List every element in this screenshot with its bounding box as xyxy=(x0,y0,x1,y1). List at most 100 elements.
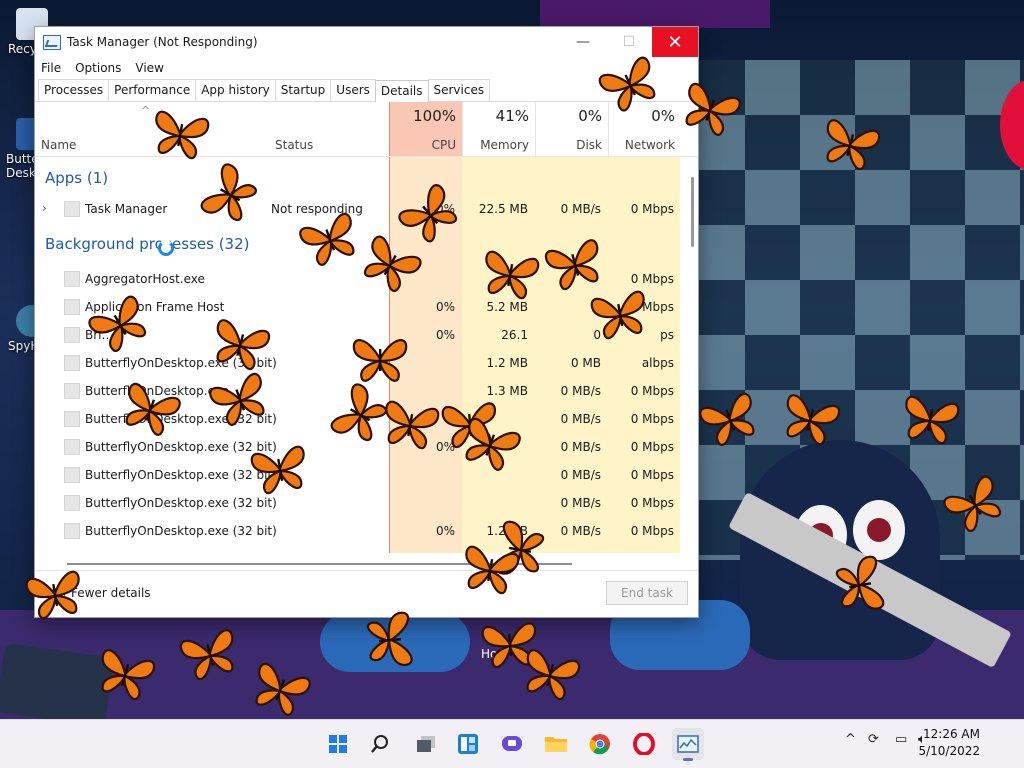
menu-view[interactable]: View xyxy=(135,61,163,75)
process-icon xyxy=(64,383,80,399)
close-button[interactable]: ✕ xyxy=(652,27,698,57)
task-view-icon[interactable] xyxy=(410,728,442,760)
minimize-button[interactable]: — xyxy=(560,27,606,57)
clock[interactable]: 12:26 AM 5/10/2022 xyxy=(918,726,980,760)
memory-cell: 1.2 MB xyxy=(486,524,528,538)
cpu-cell: 0% xyxy=(435,440,455,454)
task-manager-window: Task Manager (Not Responding) — ☐ ✕ File… xyxy=(35,27,698,617)
clock-date: 5/10/2022 xyxy=(918,744,980,758)
table-row[interactable]: AggregatorHost.exe 0 Mbps xyxy=(35,265,688,293)
wallpaper-character-eye xyxy=(853,500,905,560)
table-row[interactable]: ButterflyOnDesktop.exe 1.3 MB 0 MB/s 0 Mbps xyxy=(35,377,688,405)
column-network[interactable]: 0% Network xyxy=(608,102,681,156)
table-row[interactable]: ButterflyOnDesktop.exe (32 bit) 1.2 MB 0 M… xyxy=(35,349,688,377)
title-bar[interactable]: Task Manager (Not Responding) — ☐ ✕ xyxy=(35,27,698,57)
sync-icon[interactable]: ⟳ xyxy=(868,732,879,747)
network-cell: 0 Mbps xyxy=(630,412,674,426)
column-status[interactable]: Status xyxy=(275,138,313,152)
group-background-processes[interactable]: Background processes (32) xyxy=(45,235,250,253)
tab-processes[interactable]: Processes xyxy=(38,79,110,101)
process-name: ButterflyOnDesktop.exe (32 bit) xyxy=(85,440,277,454)
menu-file[interactable]: File xyxy=(41,61,61,75)
process-icon xyxy=(64,271,80,287)
widgets-icon[interactable] xyxy=(452,728,484,760)
column-cpu[interactable]: 100% CPU xyxy=(389,102,463,156)
wallpaper-shape xyxy=(0,642,115,728)
end-task-button[interactable]: End task xyxy=(606,581,688,605)
table-row[interactable]: ButterflyOnDesktop.exe (32 bit) 0 MB/s 0 M… xyxy=(35,461,688,489)
tab-startup[interactable]: Startup xyxy=(274,79,332,101)
tab-details[interactable]: Details xyxy=(374,80,429,102)
table-row[interactable]: ButterflyOnDesktop.exe (32 bit) 0% 1.2 MB 0… xyxy=(35,517,688,545)
opera-icon[interactable] xyxy=(628,728,660,760)
tab-users[interactable]: Users xyxy=(330,79,376,101)
tab-performance[interactable]: Performance xyxy=(108,79,197,101)
table-row[interactable]: Bri…er 0% 26.1 0 ps xyxy=(35,321,688,349)
windows-start-icon[interactable] xyxy=(322,728,354,760)
network-cell: 0 Mbps xyxy=(630,440,674,454)
process-name: Bri…er xyxy=(85,328,126,342)
disk-cell: 0 MB/s xyxy=(560,440,601,454)
footer: ^ Fewer details End task xyxy=(35,570,698,617)
column-name[interactable]: Name xyxy=(41,138,76,152)
disk-cell: 0 MB xyxy=(570,356,601,370)
network-cell: 0 Mbps xyxy=(630,272,674,286)
cpu-cell: 0% xyxy=(435,300,455,314)
memory-cell: 22.5 MB xyxy=(478,202,528,216)
network-cell: albps xyxy=(641,356,674,370)
chat-icon[interactable] xyxy=(496,728,528,760)
process-icon xyxy=(64,299,80,315)
table-row[interactable]: ButterflyOnDesktop.exe (32 bit) 0 MB/s 0 M… xyxy=(35,489,688,517)
chevron-up-icon[interactable]: ^ xyxy=(845,732,856,747)
clock-time: 12:26 AM xyxy=(923,727,980,741)
network-cell: 0 Mbps xyxy=(630,384,674,398)
task-manager-icon[interactable] xyxy=(672,728,704,761)
cpu-cell: 0% xyxy=(435,202,455,216)
menu-options[interactable]: Options xyxy=(75,61,121,75)
cpu-cell: 0% xyxy=(435,328,455,342)
cpu-cell: 0% xyxy=(435,524,455,538)
memory-cell: 1.2 MB xyxy=(486,356,528,370)
taskbar: ^ ⟳ ▭ 🔈︎ 12:26 AM 5/10/2022 xyxy=(0,719,1024,768)
network-total: 0% xyxy=(651,107,675,125)
search-icon[interactable] xyxy=(364,728,396,760)
process-name: ButterflyOnDesktop.exe (32 bit) xyxy=(85,496,277,510)
fewer-details-label: Fewer details xyxy=(71,586,151,600)
network-cell: 0 Mbps xyxy=(630,468,674,482)
task-manager-icon xyxy=(43,34,61,50)
memory-cell: 26.1 xyxy=(501,328,528,342)
network-label: Network xyxy=(624,138,675,152)
group-apps[interactable]: Apps (1) xyxy=(45,169,108,187)
process-icon xyxy=(64,439,80,455)
tab-services[interactable]: Services xyxy=(427,79,491,101)
process-name: Application Frame Host xyxy=(85,300,225,314)
chrome-icon[interactable] xyxy=(584,728,616,760)
table-row[interactable]: ButterflyOnDesktop.exe (32 bit) 0 MB/s 0 M… xyxy=(35,405,688,433)
column-memory[interactable]: 41% Memory xyxy=(462,102,535,156)
file-explorer-icon[interactable] xyxy=(540,728,572,760)
process-icon xyxy=(64,355,80,371)
process-name: ButterflyOnDesktop.exe (32 bit) xyxy=(85,356,277,370)
tab-app-history[interactable]: App history xyxy=(195,79,276,101)
process-name: Task Manager xyxy=(85,202,168,216)
table-row[interactable]: Application Frame Host 0% 5.2 MB Mbps xyxy=(35,293,688,321)
cpu-label: CPU xyxy=(431,138,456,152)
network-cell: ps xyxy=(660,328,674,342)
process-icon xyxy=(64,327,80,343)
chevron-up-icon: ^ xyxy=(49,588,65,604)
table-row[interactable]: ButterflyOnDesktop.exe (32 bit) 0% 0 MB/s 0… xyxy=(35,433,688,461)
disk-cell: 0 MB/s xyxy=(560,384,601,398)
horizontal-scrollbar[interactable] xyxy=(35,560,698,570)
fewer-details-button[interactable]: ^ Fewer details xyxy=(49,586,151,604)
memory-cell: 5.2 MB xyxy=(486,300,528,314)
table-row[interactable]: › Task Manager Not responding 0% 22.5 MB… xyxy=(35,195,688,223)
maximize-button[interactable]: ☐ xyxy=(606,27,652,57)
network-icon[interactable]: ▭ xyxy=(895,732,907,747)
process-icon xyxy=(64,467,80,483)
process-icon xyxy=(64,201,80,217)
wallpaper-shape xyxy=(540,0,770,28)
column-headers: ^ Name Status 100% CPU 41% Memory 0% Dis… xyxy=(35,102,698,157)
expand-chevron-icon[interactable]: › xyxy=(42,201,47,215)
vertical-scrollbar[interactable] xyxy=(691,177,694,247)
column-disk[interactable]: 0% Disk xyxy=(535,102,608,156)
